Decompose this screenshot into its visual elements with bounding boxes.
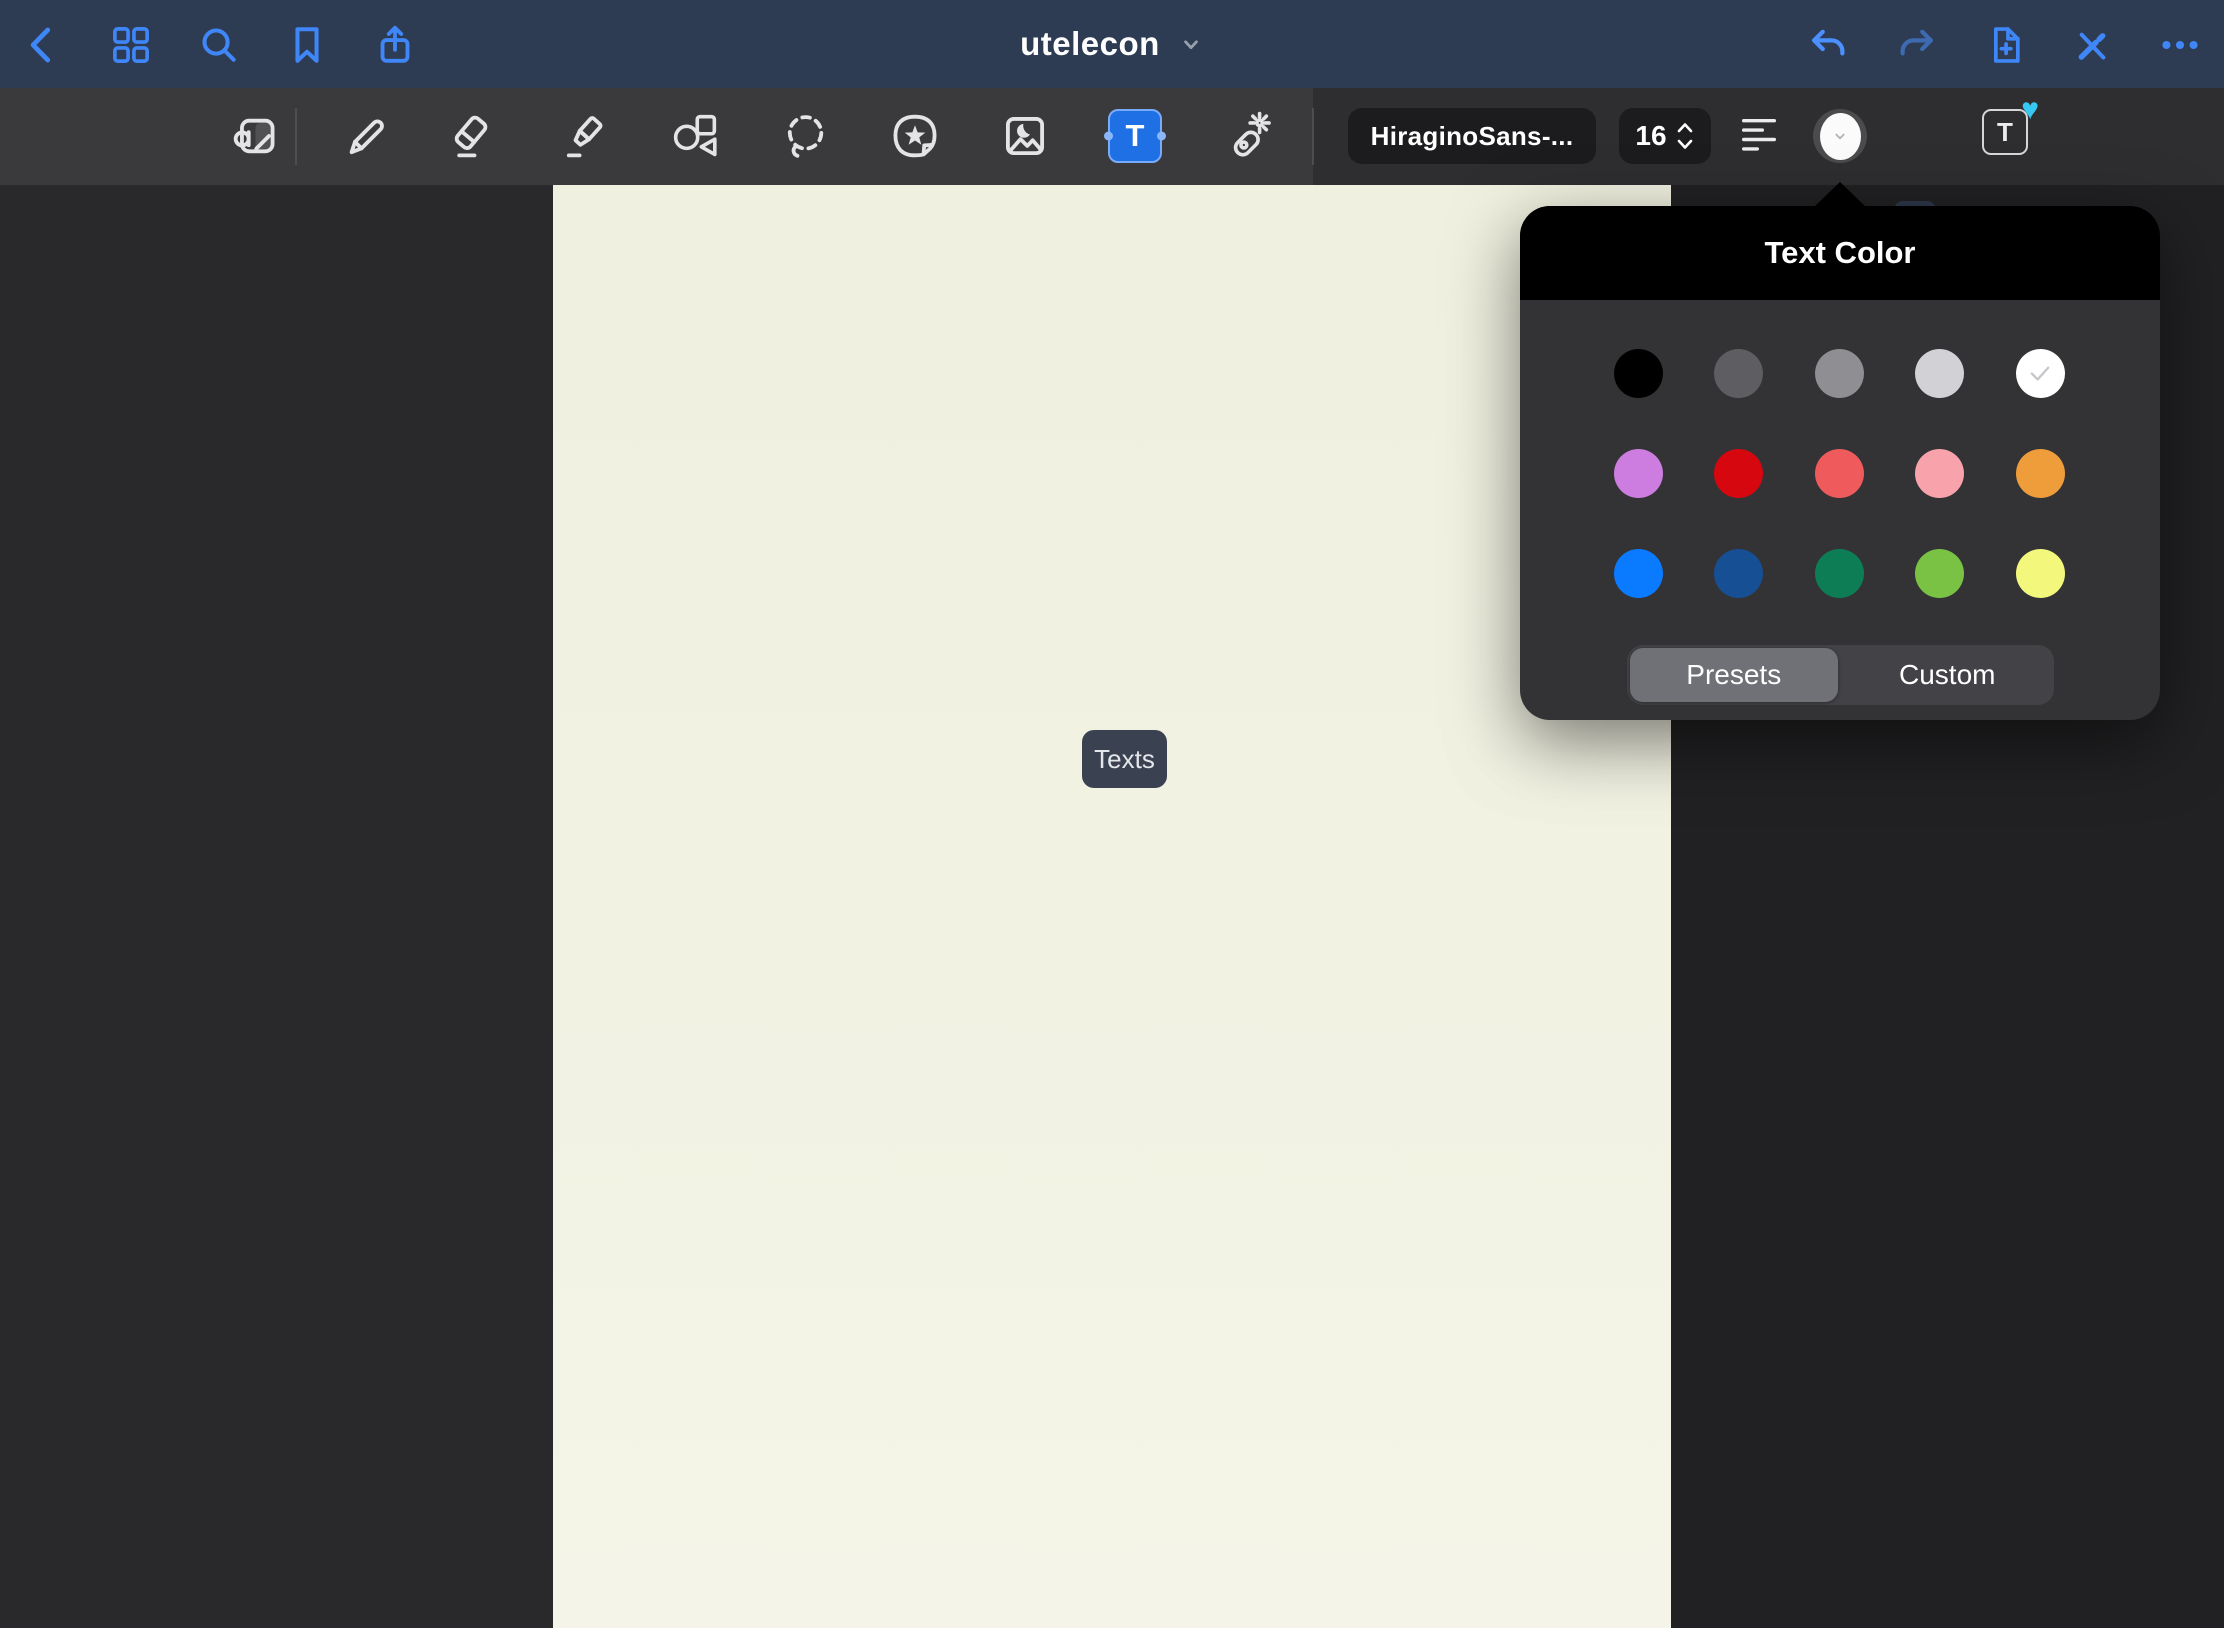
pages-overview-button[interactable]	[105, 19, 157, 71]
align-left-icon	[1742, 119, 1782, 155]
text-alignment-button[interactable]	[1742, 119, 1782, 155]
canvas-gutter-left	[0, 185, 553, 1628]
top-navigation-bar: utelecon	[0, 0, 2224, 88]
current-text-color-swatch	[1820, 113, 1861, 160]
color-swatch-navy-blue[interactable]	[1714, 549, 1763, 598]
share-button[interactable]	[369, 19, 421, 71]
color-swatch-orange[interactable]	[2016, 449, 2065, 498]
search-icon	[197, 23, 241, 67]
redo-button[interactable]	[1890, 19, 1942, 71]
toolbar-divider	[295, 108, 297, 165]
notebook-page[interactable]	[553, 185, 1671, 1628]
shapes-tool-button[interactable]	[667, 108, 723, 164]
image-tool-button[interactable]	[997, 108, 1053, 164]
color-swatch-orchid[interactable]	[1614, 449, 1663, 498]
lasso-tool-button[interactable]	[778, 108, 834, 164]
writing-mode-button[interactable]	[227, 108, 283, 164]
text-color-popover: Text Color Presets Custom	[1520, 206, 2160, 720]
eraser-icon	[443, 109, 497, 163]
image-icon	[998, 109, 1052, 163]
text-style-glyph: T	[1997, 117, 2013, 148]
toolbar-divider	[1312, 108, 1314, 165]
presets-custom-segmented-control: Presets Custom	[1627, 645, 2054, 705]
heart-icon: ♥	[2021, 95, 2039, 125]
color-swatch-yellow[interactable]	[2016, 549, 2065, 598]
stylus-cross-icon	[2070, 23, 2114, 67]
popover-arrow	[1814, 182, 1866, 207]
color-swatch-light-gray[interactable]	[1915, 349, 1964, 398]
back-chevron-icon	[21, 23, 65, 67]
text-tool-button[interactable]: T	[1108, 109, 1162, 163]
chevron-down-icon	[1829, 125, 1851, 147]
color-swatch-dark-gray[interactable]	[1714, 349, 1763, 398]
color-swatch-red[interactable]	[1714, 449, 1763, 498]
color-swatch-blue[interactable]	[1614, 549, 1663, 598]
stylus-mode-button[interactable]	[2066, 19, 2118, 71]
back-button[interactable]	[17, 19, 69, 71]
font-size-value: 16	[1635, 120, 1666, 152]
tools-toolbar: T HiraginoSans-... 16 T ♥	[0, 88, 2224, 185]
text-tool-glyph: T	[1126, 118, 1145, 154]
undo-button[interactable]	[1803, 19, 1855, 71]
lasso-icon	[779, 109, 833, 163]
highlighter-icon	[558, 109, 612, 163]
selected-text-object[interactable]: Texts	[1082, 730, 1167, 788]
text-object-label: Texts	[1094, 744, 1155, 775]
color-swatch-green[interactable]	[1815, 549, 1864, 598]
color-swatch-gray[interactable]	[1815, 349, 1864, 398]
title-chevron-down-icon[interactable]	[1178, 31, 1204, 57]
color-swatch-white[interactable]	[2016, 349, 2065, 398]
color-swatch-black[interactable]	[1614, 349, 1663, 398]
check-icon	[2026, 359, 2054, 387]
pen-tool-button[interactable]	[338, 108, 394, 164]
stickers-tool-button[interactable]	[887, 108, 943, 164]
tab-custom-label: Custom	[1899, 659, 1995, 691]
add-page-icon	[1983, 23, 2027, 67]
popover-title: Text Color	[1765, 235, 1916, 271]
highlighter-tool-button[interactable]	[557, 108, 613, 164]
text-style-presets-button[interactable]: T ♥	[1982, 109, 2028, 155]
laser-pointer-tool-button[interactable]	[1219, 108, 1275, 164]
undo-icon	[1807, 23, 1851, 67]
laser-pointer-icon	[1220, 109, 1274, 163]
text-tool-handle-left	[1104, 132, 1113, 141]
color-swatch-coral[interactable]	[1815, 449, 1864, 498]
text-color-button[interactable]	[1813, 109, 1867, 163]
color-swatch-light-green[interactable]	[1915, 549, 1964, 598]
shapes-icon	[668, 109, 722, 163]
font-size-stepper[interactable]: 16	[1619, 108, 1711, 164]
text-tool-handle-right	[1157, 132, 1166, 141]
share-icon	[373, 23, 417, 67]
grid-icon	[109, 23, 153, 67]
color-swatch-pink[interactable]	[1915, 449, 1964, 498]
eraser-tool-button[interactable]	[442, 108, 498, 164]
font-family-label: HiraginoSans-...	[1371, 121, 1574, 152]
ellipsis-icon	[2158, 23, 2202, 67]
writing-mode-icon	[228, 109, 282, 163]
add-page-button[interactable]	[1979, 19, 2031, 71]
tab-presets-label: Presets	[1686, 659, 1781, 691]
bookmark-button[interactable]	[281, 19, 333, 71]
pen-icon	[339, 109, 393, 163]
redo-icon	[1894, 23, 1938, 67]
font-family-button[interactable]: HiraginoSans-...	[1348, 108, 1596, 164]
tab-presets[interactable]: Presets	[1630, 648, 1838, 702]
sticker-star-icon	[888, 109, 942, 163]
document-title[interactable]: utelecon	[1020, 25, 1160, 63]
popover-header: Text Color	[1520, 206, 2160, 300]
more-button[interactable]	[2154, 19, 2206, 71]
stepper-chevrons-icon	[1675, 119, 1695, 153]
tab-custom[interactable]: Custom	[1844, 648, 2052, 702]
app-screen: Texts utelecon	[0, 0, 2224, 1628]
bookmark-icon	[285, 23, 329, 67]
search-button[interactable]	[193, 19, 245, 71]
